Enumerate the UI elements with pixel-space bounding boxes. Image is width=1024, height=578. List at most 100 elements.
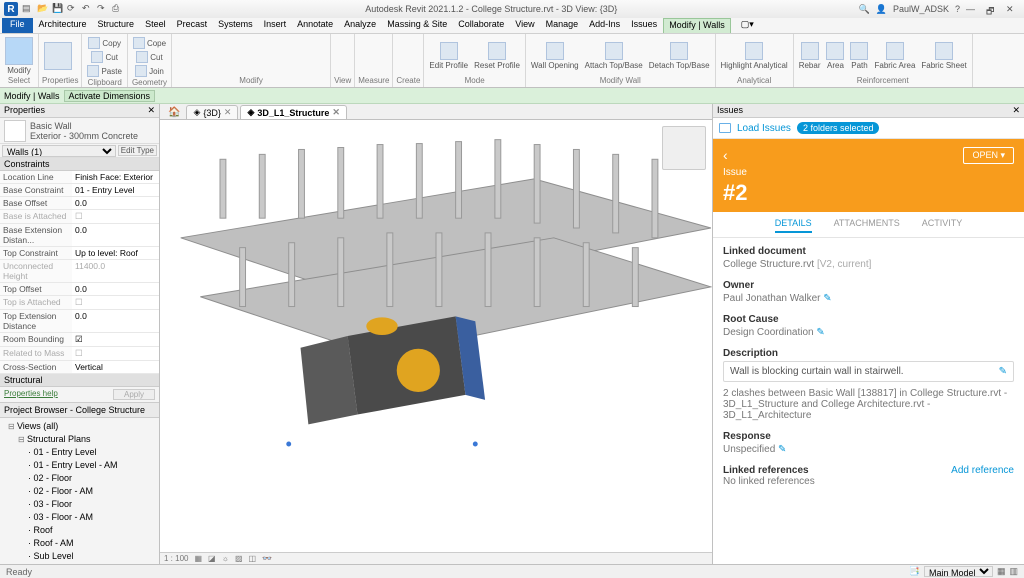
edit-owner-icon[interactable]: ✎ xyxy=(823,293,831,304)
property-row[interactable]: Related to Mass☐ xyxy=(0,347,159,361)
qat-icon[interactable]: ▤ xyxy=(22,3,34,15)
property-row[interactable]: Top ConstraintUp to level: Roof xyxy=(0,247,159,260)
close-tab-icon[interactable]: ✕ xyxy=(224,107,232,118)
add-reference-link[interactable]: Add reference xyxy=(951,465,1014,476)
property-row[interactable]: Room Bounding☑ xyxy=(0,333,159,347)
qat-print-icon[interactable]: ⎙ xyxy=(112,3,124,15)
tab-view[interactable]: View xyxy=(510,18,539,33)
user-icon[interactable]: 👤 xyxy=(876,4,887,15)
tree-node[interactable]: Roof - AM xyxy=(28,537,155,550)
tab-attachments[interactable]: ATTACHMENTS xyxy=(834,218,900,233)
tab-home-icon[interactable]: 🏠 xyxy=(164,106,184,119)
copy-button[interactable]: Copy xyxy=(86,36,123,50)
3d-viewport[interactable] xyxy=(160,120,712,552)
tree-node[interactable]: 03 - Floor - AM xyxy=(28,511,155,524)
tab-analyze[interactable]: Analyze xyxy=(339,18,381,33)
paste-button[interactable]: Paste xyxy=(85,64,123,78)
edit-type-button[interactable]: Edit Type xyxy=(118,145,157,156)
view-icon[interactable] xyxy=(334,49,348,63)
edit-desc-icon[interactable]: ✎ xyxy=(999,366,1007,377)
tab-modify-walls[interactable]: Modify | Walls xyxy=(663,18,731,33)
category-filter[interactable]: Walls (1) xyxy=(2,145,116,157)
tree-node[interactable]: 03 - Floor xyxy=(28,498,155,511)
quick-access-toolbar[interactable]: ▤ 📂 💾 ⟳ ↶ ↷ ⎙ xyxy=(22,3,124,15)
view-control-bar[interactable]: 1 : 100 ▦ ◪ ☼ ▨ ◫ 👓 xyxy=(160,552,712,564)
properties-help-link[interactable]: Properties help xyxy=(4,389,58,400)
shadows-icon[interactable]: ▨ xyxy=(235,554,243,563)
view-tab[interactable]: ◈3D_L1_Structure✕ xyxy=(240,105,347,119)
property-row[interactable]: Cross-SectionVertical xyxy=(0,361,159,374)
select-links-icon[interactable]: ▦ xyxy=(997,566,1006,577)
detach-button[interactable]: Detach Top/Base xyxy=(647,41,712,71)
edit-profile-button[interactable]: Edit Profile xyxy=(427,41,470,71)
area-button[interactable]: Area xyxy=(824,41,846,71)
tab-annotate[interactable]: Annotate xyxy=(292,18,338,33)
tab-collaborate[interactable]: Collaborate xyxy=(453,18,509,33)
minimize-icon[interactable]: — xyxy=(966,4,980,14)
crop-icon[interactable]: ◫ xyxy=(249,554,257,563)
tab-steel[interactable]: Steel xyxy=(140,18,171,33)
folders-pill[interactable]: 2 folders selected xyxy=(797,122,880,134)
pin-icon[interactable] xyxy=(301,50,313,62)
tab-details[interactable]: DETAILS xyxy=(775,218,812,233)
property-row[interactable]: Top Extension Distance0.0 xyxy=(0,310,159,333)
tab-issues[interactable]: Issues xyxy=(626,18,662,33)
filter-icon[interactable]: ▥ xyxy=(1009,566,1018,577)
tree-node[interactable]: Roof xyxy=(28,524,155,537)
tree-node[interactable]: Sub Level xyxy=(28,550,155,563)
viewcube[interactable] xyxy=(662,126,706,170)
offset-icon[interactable] xyxy=(245,50,257,62)
tree-node[interactable]: Structural Plans xyxy=(18,433,155,446)
visual-style-icon[interactable]: ◪ xyxy=(208,554,216,563)
tree-node[interactable]: Views (all) xyxy=(8,420,155,433)
property-row[interactable]: Top is Attached☐ xyxy=(0,296,159,310)
path-button[interactable]: Path xyxy=(848,41,870,71)
view-tab[interactable]: ◈{3D}✕ xyxy=(186,105,238,119)
mirror-icon[interactable] xyxy=(203,50,215,62)
property-row[interactable]: Base Constraint01 - Entry Level xyxy=(0,184,159,197)
sun-path-icon[interactable]: ☼ xyxy=(222,554,229,563)
tab-addins[interactable]: Add-Ins xyxy=(584,18,625,33)
reset-profile-button[interactable]: Reset Profile xyxy=(472,41,522,71)
close-icon[interactable]: ✕ xyxy=(1006,4,1020,14)
restore-icon[interactable]: 🗗 xyxy=(986,4,1000,14)
qat-undo-icon[interactable]: ↶ xyxy=(82,3,94,15)
close-icon[interactable]: ✕ xyxy=(1012,105,1020,116)
tree-node[interactable]: Sub Level - AM xyxy=(28,563,155,564)
scale-label[interactable]: 1 : 100 xyxy=(164,554,188,563)
project-browser-tree[interactable]: Views (all)Structural Plans 01 - Entry Le… xyxy=(0,418,159,564)
cut-button[interactable]: Cut xyxy=(89,50,119,64)
delete-icon[interactable] xyxy=(315,50,327,62)
tab-systems[interactable]: Systems xyxy=(213,18,258,33)
detail-level-icon[interactable]: ▦ xyxy=(194,554,202,563)
attach-button[interactable]: Attach Top/Base xyxy=(583,41,645,71)
properties-button[interactable] xyxy=(42,41,74,71)
open-status-button[interactable]: OPEN ▾ xyxy=(963,147,1014,164)
tab-insert[interactable]: Insert xyxy=(259,18,292,33)
split-icon[interactable] xyxy=(259,50,271,62)
property-row[interactable]: Base Offset0.0 xyxy=(0,197,159,210)
wall-opening-button[interactable]: Wall Opening xyxy=(529,41,581,71)
rebar-button[interactable]: Rebar xyxy=(797,41,823,71)
tab-architecture[interactable]: Architecture xyxy=(34,18,92,33)
tab-precast[interactable]: Precast xyxy=(172,18,213,33)
qat-open-icon[interactable]: 📂 xyxy=(37,3,49,15)
property-row[interactable]: Unconnected Height11400.0 xyxy=(0,260,159,283)
tab-activity[interactable]: ACTIVITY xyxy=(922,218,963,233)
move-icon[interactable] xyxy=(175,50,187,62)
tab-structure[interactable]: Structure xyxy=(93,18,140,33)
qat-sync-icon[interactable]: ⟳ xyxy=(67,3,79,15)
file-tab[interactable]: File xyxy=(2,18,33,33)
edit-root-icon[interactable]: ✎ xyxy=(816,327,824,338)
property-row[interactable]: Top Offset0.0 xyxy=(0,283,159,296)
modify-button[interactable]: Modify xyxy=(3,36,35,76)
qat-redo-icon[interactable]: ↷ xyxy=(97,3,109,15)
align-icon[interactable] xyxy=(217,50,229,62)
fabric-area-button[interactable]: Fabric Area xyxy=(872,41,917,71)
cut-geom-button[interactable]: Cut xyxy=(134,50,164,64)
tab-manage[interactable]: Manage xyxy=(541,18,584,33)
qat-save-icon[interactable]: 💾 xyxy=(52,3,64,15)
tab-massing[interactable]: Massing & Site xyxy=(382,18,452,33)
tree-node[interactable]: 01 - Entry Level - AM xyxy=(28,459,155,472)
edit-response-icon[interactable]: ✎ xyxy=(778,444,786,455)
